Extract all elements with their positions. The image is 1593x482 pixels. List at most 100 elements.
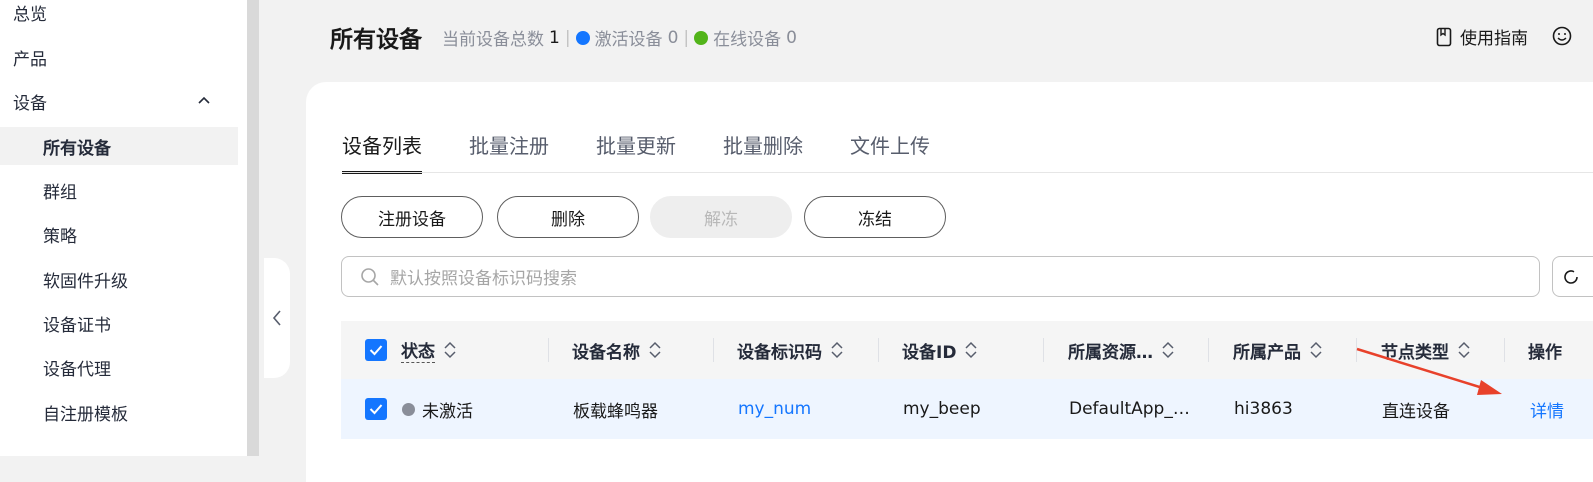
sidebar-scrollbar[interactable] bbox=[247, 0, 259, 456]
freeze-button[interactable]: 冻结 bbox=[804, 196, 946, 238]
sidebar-item-certificates[interactable]: 设备证书 bbox=[0, 304, 238, 342]
column-label: 所属资源… bbox=[1068, 342, 1153, 363]
unfreeze-button[interactable]: 解冻 bbox=[650, 196, 792, 238]
column-label: 操作 bbox=[1528, 342, 1562, 363]
sort-icon[interactable] bbox=[648, 341, 662, 359]
column-label: 状态 bbox=[401, 337, 435, 363]
online-label: 在线设备 bbox=[713, 30, 782, 50]
tab-bar: 设备列表 批量注册 批量更新 批量删除 文件上传 bbox=[342, 130, 977, 174]
feedback-smile-icon[interactable] bbox=[1552, 26, 1572, 46]
sidebar-collapse-button[interactable] bbox=[264, 258, 290, 378]
sidebar-item-label: 设备 bbox=[13, 93, 47, 114]
column-divider bbox=[1208, 338, 1209, 362]
tab-device-list[interactable]: 设备列表 bbox=[342, 130, 422, 174]
tab-divider bbox=[342, 172, 1593, 173]
tab-file-upload[interactable]: 文件上传 bbox=[850, 130, 930, 174]
delete-button[interactable]: 删除 bbox=[497, 196, 639, 238]
sidebar-item-firmware-upgrade[interactable]: 软固件升级 bbox=[0, 260, 238, 298]
device-id-cell: my_beep bbox=[903, 399, 981, 419]
column-status[interactable]: 状态 bbox=[401, 321, 457, 379]
refresh-button[interactable] bbox=[1552, 256, 1593, 297]
column-divider bbox=[548, 338, 549, 362]
user-guide-label: 使用指南 bbox=[1460, 29, 1528, 49]
column-divider bbox=[1043, 338, 1044, 362]
column-divider bbox=[713, 338, 714, 362]
register-device-button[interactable]: 注册设备 bbox=[341, 196, 483, 238]
details-link[interactable]: 详情 bbox=[1530, 379, 1564, 439]
sort-icon[interactable] bbox=[443, 341, 457, 359]
sidebar-item-label: 产品 bbox=[13, 49, 47, 70]
select-all-checkbox[interactable] bbox=[365, 321, 387, 379]
sort-icon[interactable] bbox=[830, 341, 844, 359]
sidebar-item-label: 设备代理 bbox=[43, 359, 111, 380]
column-divider bbox=[878, 338, 879, 362]
page-title: 所有设备 bbox=[330, 27, 422, 53]
check-icon bbox=[369, 404, 383, 415]
sidebar-item-policies[interactable]: 策略 bbox=[0, 215, 238, 253]
sidebar-item-label: 总览 bbox=[13, 4, 47, 25]
chevron-left-icon bbox=[272, 310, 281, 326]
sidebar-item-label: 软固件升级 bbox=[43, 271, 128, 292]
column-divider bbox=[1504, 338, 1505, 362]
refresh-icon bbox=[1564, 270, 1578, 284]
stats-separator: | bbox=[564, 27, 571, 48]
search-icon bbox=[361, 267, 379, 286]
table-header: 状态 设备名称 设备标识码 设备ID 所属资源… 所属产品 节点类型 操作 bbox=[341, 321, 1593, 379]
column-node-type[interactable]: 节点类型 bbox=[1381, 321, 1471, 379]
book-icon bbox=[1436, 27, 1452, 46]
sidebar-item-label: 自注册模板 bbox=[43, 404, 128, 425]
column-resource[interactable]: 所属资源… bbox=[1068, 321, 1175, 379]
table-row[interactable]: 未激活 板载蜂鸣器 my_num my_beep DefaultApp_… hi… bbox=[341, 379, 1593, 439]
sidebar-item-devices[interactable]: 设备 bbox=[0, 82, 238, 120]
status-text: 未激活 bbox=[422, 401, 473, 422]
active-value: 0 bbox=[667, 27, 679, 48]
sort-icon[interactable] bbox=[964, 341, 978, 359]
status-cell: 未激活 bbox=[402, 379, 473, 439]
total-label: 当前设备总数 bbox=[442, 30, 544, 50]
device-stats: 当前设备总数 1 | 激活设备 0 | 在线设备 0 bbox=[442, 25, 797, 51]
column-label: 节点类型 bbox=[1381, 342, 1449, 363]
online-value: 0 bbox=[786, 27, 797, 48]
sidebar-item-self-register-template[interactable]: 自注册模板 bbox=[0, 393, 238, 431]
stats-separator: | bbox=[683, 27, 690, 48]
product-cell: hi3863 bbox=[1234, 399, 1293, 419]
sidebar-item-label: 设备证书 bbox=[43, 315, 111, 336]
node-type-cell: 直连设备 bbox=[1382, 401, 1450, 422]
sidebar-item-label: 策略 bbox=[43, 226, 77, 247]
search-input[interactable]: 默认按照设备标识码搜索 bbox=[341, 256, 1540, 297]
sidebar-item-overview[interactable]: 总览 bbox=[0, 0, 238, 31]
column-divider bbox=[1356, 338, 1357, 362]
check-icon bbox=[369, 345, 383, 356]
sidebar-item-all-devices[interactable]: 所有设备 bbox=[0, 127, 238, 165]
resource-cell: DefaultApp_… bbox=[1069, 399, 1190, 419]
column-label: 设备标识码 bbox=[737, 342, 822, 363]
device-name-cell: 板载蜂鸣器 bbox=[573, 401, 658, 422]
column-node-code[interactable]: 设备标识码 bbox=[737, 321, 844, 379]
user-guide-link[interactable]: 使用指南 bbox=[1436, 24, 1528, 49]
sidebar-item-products[interactable]: 产品 bbox=[0, 38, 238, 76]
sidebar: 总览 产品 设备 所有设备 群组 策略 软固件升级 设备证书 设备代理 自注册模… bbox=[0, 0, 247, 456]
online-status-dot bbox=[694, 30, 709, 45]
chevron-up-icon bbox=[198, 96, 210, 104]
column-product[interactable]: 所属产品 bbox=[1233, 321, 1323, 379]
sidebar-item-label: 群组 bbox=[43, 182, 77, 203]
active-label: 激活设备 bbox=[594, 30, 663, 50]
node-code-link[interactable]: my_num bbox=[738, 379, 811, 439]
inactive-status-dot bbox=[402, 402, 415, 416]
sidebar-item-label: 所有设备 bbox=[43, 138, 111, 159]
column-device-id[interactable]: 设备ID bbox=[902, 321, 978, 379]
sidebar-item-groups[interactable]: 群组 bbox=[0, 171, 238, 209]
search-placeholder: 默认按照设备标识码搜索 bbox=[390, 269, 577, 289]
sort-icon[interactable] bbox=[1457, 341, 1471, 359]
column-device-name[interactable]: 设备名称 bbox=[572, 321, 662, 379]
sort-icon[interactable] bbox=[1161, 341, 1175, 359]
row-checkbox[interactable] bbox=[365, 379, 387, 439]
tab-batch-delete[interactable]: 批量删除 bbox=[723, 130, 803, 174]
column-label: 所属产品 bbox=[1233, 342, 1301, 363]
sidebar-item-device-proxy[interactable]: 设备代理 bbox=[0, 348, 238, 386]
column-actions: 操作 bbox=[1528, 321, 1562, 379]
sort-icon[interactable] bbox=[1309, 341, 1323, 359]
tab-batch-update[interactable]: 批量更新 bbox=[596, 130, 676, 174]
tab-batch-register[interactable]: 批量注册 bbox=[469, 130, 549, 174]
column-label: 设备名称 bbox=[572, 342, 640, 363]
